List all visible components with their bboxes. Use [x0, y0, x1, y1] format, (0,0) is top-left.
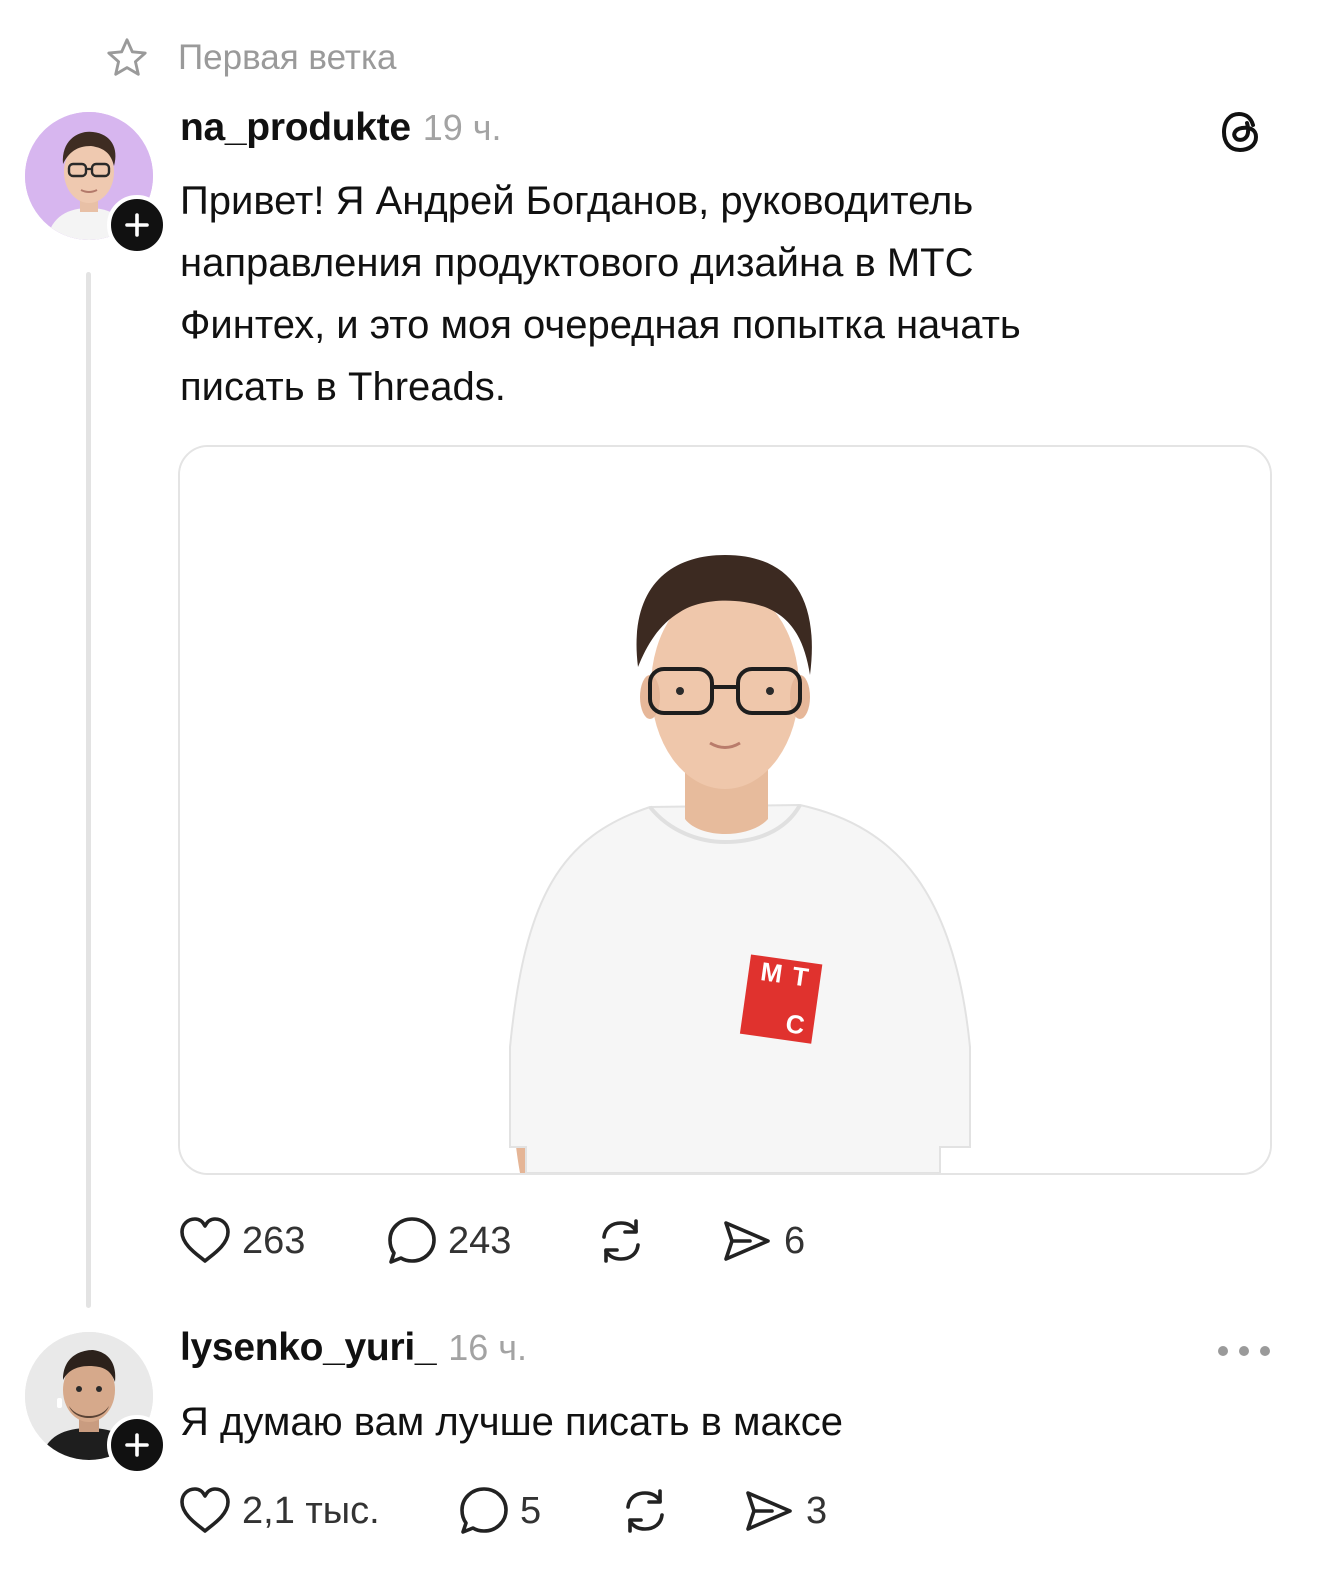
like-count: 2,1 тыс.: [242, 1489, 380, 1532]
repost-icon: [626, 1489, 664, 1533]
share-count: 6: [784, 1219, 806, 1262]
follow-button[interactable]: [107, 1415, 167, 1475]
thread-header: Первая ветка: [104, 34, 397, 82]
share-button[interactable]: 3: [742, 1485, 827, 1537]
repost-icon: [602, 1219, 640, 1263]
username[interactable]: lysenko_yuri_: [180, 1326, 437, 1370]
plus-icon: [125, 1433, 149, 1457]
post-header: na_produkte 19 ч.: [180, 106, 502, 150]
more-icon[interactable]: [1218, 1338, 1270, 1364]
reply-button[interactable]: 243: [386, 1215, 594, 1267]
reply-text: Я думаю вам лучше писать в максе: [180, 1400, 843, 1444]
plus-icon: [125, 213, 149, 237]
like-button[interactable]: 263: [178, 1216, 386, 1266]
portrait-photo: М Т С: [180, 447, 1270, 1173]
logo-letter: М: [759, 956, 785, 989]
post-time: 19 ч.: [422, 107, 502, 148]
username[interactable]: na_produkte: [180, 106, 411, 150]
follow-button[interactable]: [107, 195, 167, 255]
heart-icon: [180, 1217, 230, 1263]
comment-icon: [388, 1217, 436, 1264]
like-button[interactable]: 2,1 тыс.: [178, 1486, 458, 1536]
like-count: 263: [242, 1219, 306, 1262]
reply-count: 5: [520, 1489, 542, 1532]
post-text-line: Привет! Я Андрей Богданов, руководитель: [180, 179, 974, 223]
share-icon: [724, 1221, 770, 1261]
share-button[interactable]: 6: [720, 1215, 805, 1267]
reply-header: lysenko_yuri_ 16 ч.: [180, 1326, 527, 1370]
thread-title: Первая ветка: [178, 38, 397, 77]
post-text-line: писать в Threads.: [180, 365, 506, 409]
heart-icon: [180, 1487, 230, 1533]
post-actions: 263 243 6: [178, 1211, 805, 1271]
reply-actions: 2,1 тыс. 5 3: [178, 1481, 827, 1541]
reply-button[interactable]: 5: [458, 1485, 618, 1537]
reply-time: 16 ч.: [448, 1327, 528, 1368]
post-image[interactable]: М Т С: [178, 445, 1272, 1175]
threads-logo-icon[interactable]: [1218, 108, 1266, 156]
post-text-line: направления продуктового дизайна в МТС: [180, 241, 974, 285]
share-count: 3: [806, 1489, 828, 1532]
star-icon[interactable]: [104, 35, 150, 81]
thread-connector-line: [86, 272, 91, 1308]
repost-button[interactable]: [594, 1215, 720, 1267]
post-text-line: Финтех, и это моя очередная попытка нача…: [180, 303, 1021, 347]
reply-count: 243: [448, 1219, 512, 1262]
post-text: Привет! Я Андрей Богданов, руководитель …: [180, 170, 1240, 418]
share-icon: [746, 1491, 792, 1531]
comment-icon: [460, 1487, 508, 1534]
repost-button[interactable]: [618, 1485, 742, 1537]
